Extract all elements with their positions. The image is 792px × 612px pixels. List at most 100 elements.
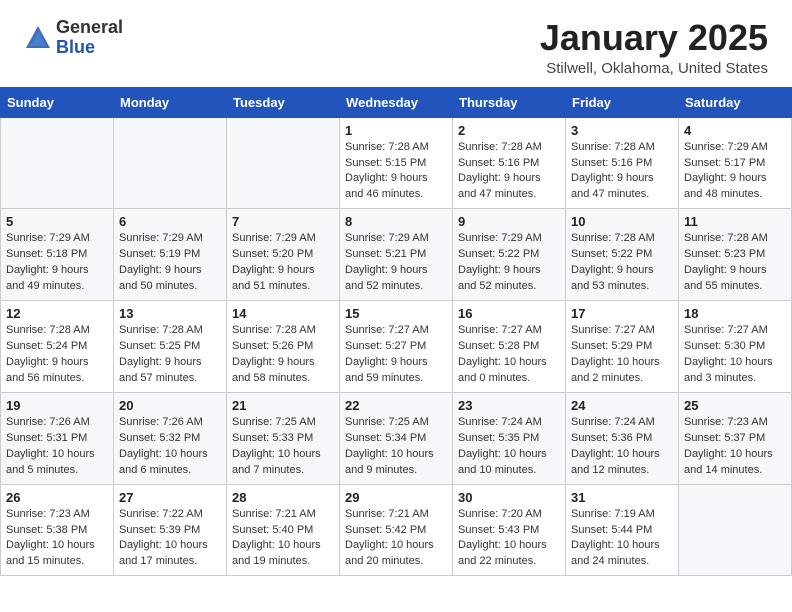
day-number: 10: [571, 214, 673, 229]
calendar-week-row: 1 Sunrise: 7:28 AM Sunset: 5:15 PM Daylig…: [1, 117, 792, 209]
day-number: 20: [119, 398, 221, 413]
logo: General Blue: [24, 18, 123, 58]
calendar-cell: 24 Sunrise: 7:24 AM Sunset: 5:36 PM Dayli…: [566, 392, 679, 484]
day-number: 29: [345, 490, 447, 505]
day-number: 6: [119, 214, 221, 229]
day-info: Sunrise: 7:28 AM Sunset: 5:23 PM Dayligh…: [684, 231, 786, 295]
day-number: 1: [345, 123, 447, 138]
calendar-cell: 27 Sunrise: 7:22 AM Sunset: 5:39 PM Dayli…: [114, 484, 227, 576]
day-info: Sunrise: 7:25 AM Sunset: 5:33 PM Dayligh…: [232, 415, 334, 479]
day-number: 16: [458, 306, 560, 321]
calendar-cell: 21 Sunrise: 7:25 AM Sunset: 5:33 PM Dayli…: [227, 392, 340, 484]
logo-text: General Blue: [56, 18, 123, 58]
day-number: 7: [232, 214, 334, 229]
day-info: Sunrise: 7:28 AM Sunset: 5:24 PM Dayligh…: [6, 323, 108, 387]
weekday-header-thursday: Thursday: [453, 87, 566, 117]
day-info: Sunrise: 7:24 AM Sunset: 5:35 PM Dayligh…: [458, 415, 560, 479]
calendar-cell: 29 Sunrise: 7:21 AM Sunset: 5:42 PM Dayli…: [340, 484, 453, 576]
logo-general: General: [56, 18, 123, 38]
day-number: 31: [571, 490, 673, 505]
day-number: 3: [571, 123, 673, 138]
day-number: 24: [571, 398, 673, 413]
day-info: Sunrise: 7:29 AM Sunset: 5:17 PM Dayligh…: [684, 140, 786, 204]
day-number: 26: [6, 490, 108, 505]
day-info: Sunrise: 7:26 AM Sunset: 5:31 PM Dayligh…: [6, 415, 108, 479]
day-info: Sunrise: 7:28 AM Sunset: 5:15 PM Dayligh…: [345, 140, 447, 204]
weekday-header-tuesday: Tuesday: [227, 87, 340, 117]
day-number: 21: [232, 398, 334, 413]
day-info: Sunrise: 7:21 AM Sunset: 5:40 PM Dayligh…: [232, 507, 334, 571]
day-info: Sunrise: 7:29 AM Sunset: 5:19 PM Dayligh…: [119, 231, 221, 295]
day-info: Sunrise: 7:23 AM Sunset: 5:37 PM Dayligh…: [684, 415, 786, 479]
day-number: 14: [232, 306, 334, 321]
calendar-cell: 5Sunrise: 7:29 AM Sunset: 5:18 PM Daylig…: [1, 209, 114, 301]
calendar-cell: 3 Sunrise: 7:28 AM Sunset: 5:16 PM Daylig…: [566, 117, 679, 209]
calendar-cell: [679, 484, 792, 576]
calendar-cell: 18 Sunrise: 7:27 AM Sunset: 5:30 PM Dayli…: [679, 301, 792, 393]
calendar-week-row: 12Sunrise: 7:28 AM Sunset: 5:24 PM Dayli…: [1, 301, 792, 393]
day-info: Sunrise: 7:27 AM Sunset: 5:30 PM Dayligh…: [684, 323, 786, 387]
day-number: 30: [458, 490, 560, 505]
day-info: Sunrise: 7:24 AM Sunset: 5:36 PM Dayligh…: [571, 415, 673, 479]
day-info: Sunrise: 7:29 AM Sunset: 5:21 PM Dayligh…: [345, 231, 447, 295]
day-number: 22: [345, 398, 447, 413]
calendar-body: 1 Sunrise: 7:28 AM Sunset: 5:15 PM Daylig…: [1, 117, 792, 576]
calendar-cell: 23 Sunrise: 7:24 AM Sunset: 5:35 PM Dayli…: [453, 392, 566, 484]
calendar-cell: 9Sunrise: 7:29 AM Sunset: 5:22 PM Daylig…: [453, 209, 566, 301]
calendar-week-row: 26 Sunrise: 7:23 AM Sunset: 5:38 PM Dayli…: [1, 484, 792, 576]
calendar-header: SundayMondayTuesdayWednesdayThursdayFrid…: [1, 87, 792, 117]
day-number: 13: [119, 306, 221, 321]
day-info: Sunrise: 7:28 AM Sunset: 5:25 PM Dayligh…: [119, 323, 221, 387]
day-number: 11: [684, 214, 786, 229]
day-info: Sunrise: 7:23 AM Sunset: 5:38 PM Dayligh…: [6, 507, 108, 571]
weekday-header-monday: Monday: [114, 87, 227, 117]
day-info: Sunrise: 7:22 AM Sunset: 5:39 PM Dayligh…: [119, 507, 221, 571]
day-info: Sunrise: 7:29 AM Sunset: 5:18 PM Dayligh…: [6, 231, 108, 295]
calendar-cell: 31 Sunrise: 7:19 AM Sunset: 5:44 PM Dayli…: [566, 484, 679, 576]
day-number: 28: [232, 490, 334, 505]
weekday-header-friday: Friday: [566, 87, 679, 117]
calendar-cell: 17Sunrise: 7:27 AM Sunset: 5:29 PM Dayli…: [566, 301, 679, 393]
title-block: January 2025 Stilwell, Oklahoma, United …: [540, 18, 768, 77]
day-number: 8: [345, 214, 447, 229]
calendar-cell: 4 Sunrise: 7:29 AM Sunset: 5:17 PM Daylig…: [679, 117, 792, 209]
logo-icon: [24, 24, 52, 52]
day-number: 19: [6, 398, 108, 413]
day-info: Sunrise: 7:20 AM Sunset: 5:43 PM Dayligh…: [458, 507, 560, 571]
logo-blue: Blue: [56, 38, 123, 58]
calendar-cell: 6 Sunrise: 7:29 AM Sunset: 5:19 PM Daylig…: [114, 209, 227, 301]
weekday-header-saturday: Saturday: [679, 87, 792, 117]
calendar-table: SundayMondayTuesdayWednesdayThursdayFrid…: [0, 87, 792, 577]
calendar-page: General Blue January 2025 Stilwell, Okla…: [0, 0, 792, 576]
day-number: 18: [684, 306, 786, 321]
day-info: Sunrise: 7:25 AM Sunset: 5:34 PM Dayligh…: [345, 415, 447, 479]
month-title: January 2025: [540, 18, 768, 58]
calendar-cell: 1 Sunrise: 7:28 AM Sunset: 5:15 PM Daylig…: [340, 117, 453, 209]
calendar-cell: 22 Sunrise: 7:25 AM Sunset: 5:34 PM Dayli…: [340, 392, 453, 484]
weekday-header-sunday: Sunday: [1, 87, 114, 117]
day-number: 27: [119, 490, 221, 505]
day-info: Sunrise: 7:28 AM Sunset: 5:16 PM Dayligh…: [571, 140, 673, 204]
calendar-cell: 7 Sunrise: 7:29 AM Sunset: 5:20 PM Daylig…: [227, 209, 340, 301]
calendar-week-row: 5Sunrise: 7:29 AM Sunset: 5:18 PM Daylig…: [1, 209, 792, 301]
day-info: Sunrise: 7:29 AM Sunset: 5:20 PM Dayligh…: [232, 231, 334, 295]
day-number: 23: [458, 398, 560, 413]
calendar-cell: 12Sunrise: 7:28 AM Sunset: 5:24 PM Dayli…: [1, 301, 114, 393]
day-number: 25: [684, 398, 786, 413]
weekday-header-wednesday: Wednesday: [340, 87, 453, 117]
calendar-cell: 19 Sunrise: 7:26 AM Sunset: 5:31 PM Dayli…: [1, 392, 114, 484]
location: Stilwell, Oklahoma, United States: [540, 60, 768, 77]
calendar-cell: 10Sunrise: 7:28 AM Sunset: 5:22 PM Dayli…: [566, 209, 679, 301]
calendar-cell: [227, 117, 340, 209]
day-number: 2: [458, 123, 560, 138]
day-number: 17: [571, 306, 673, 321]
day-info: Sunrise: 7:21 AM Sunset: 5:42 PM Dayligh…: [345, 507, 447, 571]
day-info: Sunrise: 7:28 AM Sunset: 5:16 PM Dayligh…: [458, 140, 560, 204]
day-info: Sunrise: 7:27 AM Sunset: 5:28 PM Dayligh…: [458, 323, 560, 387]
calendar-cell: 13 Sunrise: 7:28 AM Sunset: 5:25 PM Dayli…: [114, 301, 227, 393]
calendar-cell: [114, 117, 227, 209]
calendar-cell: [1, 117, 114, 209]
day-info: Sunrise: 7:19 AM Sunset: 5:44 PM Dayligh…: [571, 507, 673, 571]
day-number: 4: [684, 123, 786, 138]
calendar-cell: 11 Sunrise: 7:28 AM Sunset: 5:23 PM Dayli…: [679, 209, 792, 301]
